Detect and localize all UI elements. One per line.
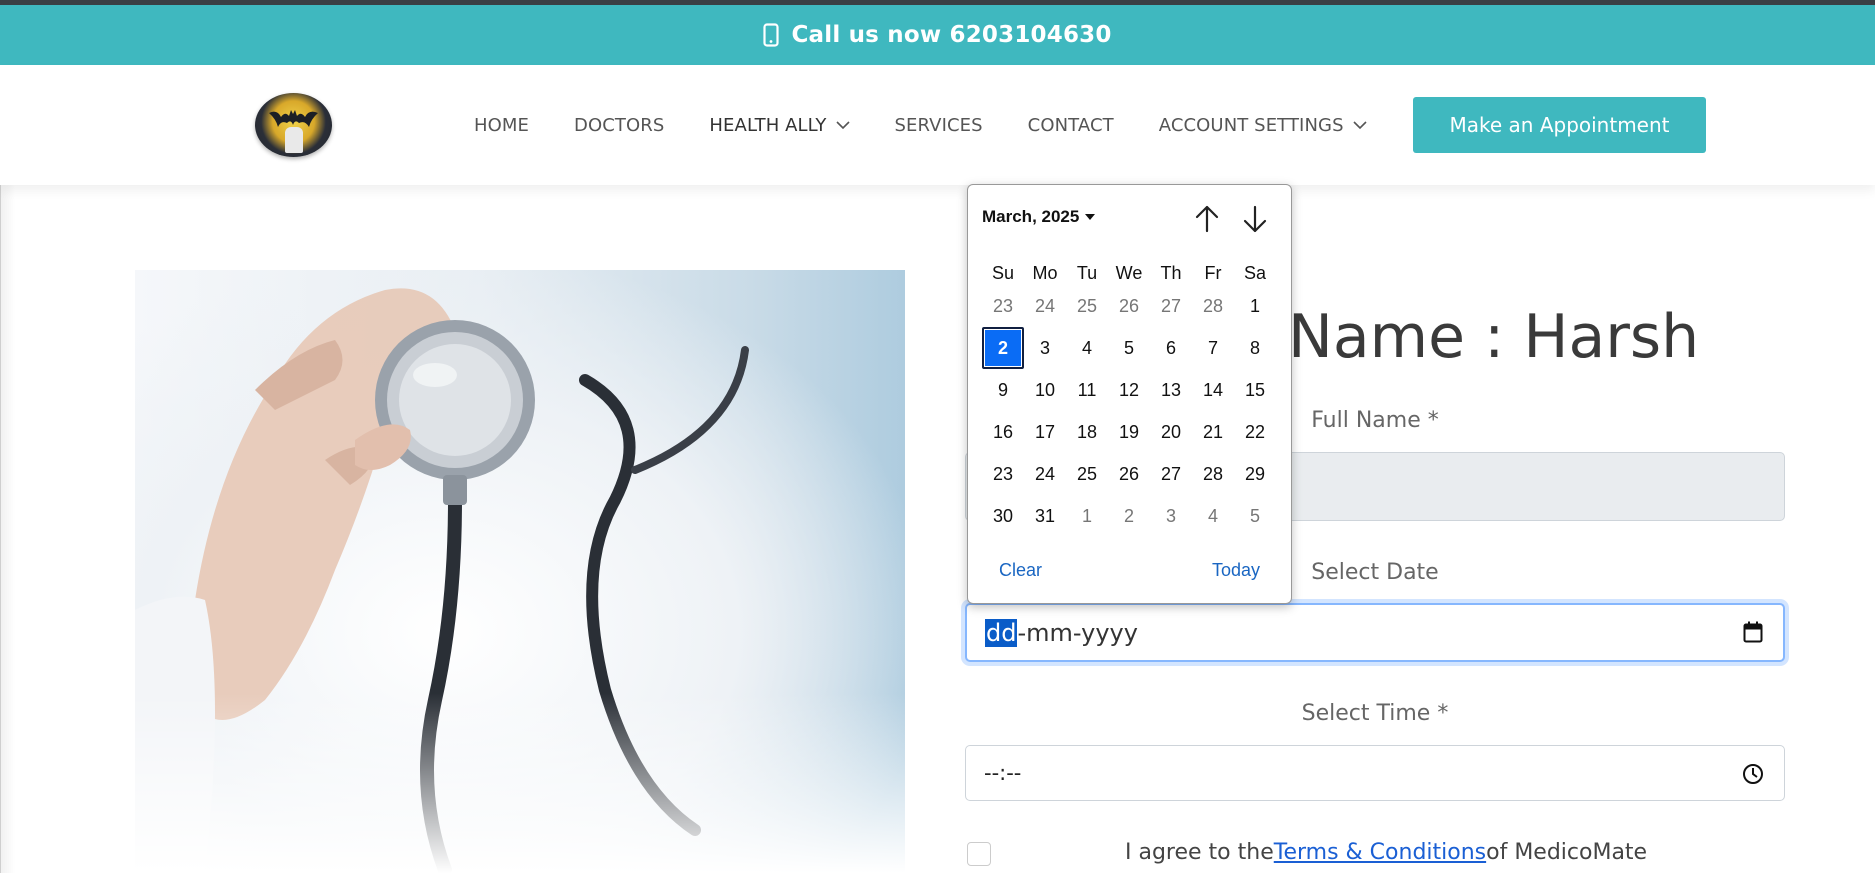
calendar-day[interactable]: 1 xyxy=(1234,285,1276,327)
calendar-day[interactable]: 28 xyxy=(1192,285,1234,327)
calendar-day-grid: 23 24 25 26 27 28 1 2 3 4 5 6 7 8 9 10 11 12 13 14 15 16 17 18 1… xyxy=(982,285,1276,537)
nav-menu: HOME DOCTORS HEALTH ALLY SERVICES CONTAC… xyxy=(474,65,1412,185)
weekday-tu: Tu xyxy=(1076,263,1098,283)
date-rest-segment[interactable]: -mm-yyyy xyxy=(1017,619,1137,647)
terms-checkbox[interactable] xyxy=(967,842,991,866)
weekday-th: Th xyxy=(1160,263,1182,283)
calendar-day[interactable]: 27 xyxy=(1150,453,1192,495)
calendar-day[interactable]: 8 xyxy=(1234,327,1276,369)
time-value: --:-- xyxy=(984,761,1022,785)
weekday-fr: Fr xyxy=(1204,263,1222,283)
calendar-day[interactable]: 5 xyxy=(1234,495,1276,537)
nav-services[interactable]: SERVICES xyxy=(895,115,983,136)
calendar-day[interactable]: 18 xyxy=(1066,411,1108,453)
calendar-day[interactable]: 24 xyxy=(1024,453,1066,495)
calendar-icon[interactable] xyxy=(1743,621,1763,643)
arrow-down-icon[interactable] xyxy=(1240,203,1270,235)
calendar-day-selected[interactable]: 2 xyxy=(982,327,1024,369)
page-left-edge xyxy=(0,185,15,873)
date-input[interactable]: dd -mm-yyyy xyxy=(965,603,1785,662)
terms-suffix: of MedicoMate xyxy=(1486,840,1648,865)
nav-health-ally[interactable]: HEALTH ALLY xyxy=(709,114,850,136)
nav-doctors[interactable]: DOCTORS xyxy=(574,115,664,136)
calendar-day[interactable]: 7 xyxy=(1192,327,1234,369)
calendar-day[interactable]: 5 xyxy=(1108,327,1150,369)
calendar-day[interactable]: 14 xyxy=(1192,369,1234,411)
calendar-day[interactable]: 12 xyxy=(1108,369,1150,411)
clear-date-button[interactable]: Clear xyxy=(999,560,1042,581)
weekday-sa: Sa xyxy=(1243,263,1267,283)
month-year-selector[interactable]: March, 2025 xyxy=(982,207,1096,227)
terms-prefix: I agree to the xyxy=(1125,840,1274,865)
calendar-day[interactable]: 13 xyxy=(1150,369,1192,411)
weekday-header: Su Mo Tu We Th Fr Sa xyxy=(982,263,1276,284)
calendar-day[interactable]: 25 xyxy=(1066,453,1108,495)
terms-text: I agree to theTerms & Conditionsof Medic… xyxy=(1125,840,1647,865)
calendar-day[interactable]: 9 xyxy=(982,369,1024,411)
nav-account-settings-label: ACCOUNT SETTINGS xyxy=(1158,114,1344,136)
calendar-day[interactable]: 20 xyxy=(1150,411,1192,453)
calendar-day[interactable]: 26 xyxy=(1108,285,1150,327)
month-year-label: March, 2025 xyxy=(982,207,1080,226)
doctor-stethoscope-image xyxy=(135,270,905,873)
doctor-figure xyxy=(285,127,303,153)
nav-health-ally-label: HEALTH ALLY xyxy=(709,114,827,136)
nav-contact[interactable]: CONTACT xyxy=(1028,115,1114,136)
weekday-su: Su xyxy=(991,263,1015,283)
calendar-day[interactable]: 10 xyxy=(1024,369,1066,411)
calendar-day[interactable]: 11 xyxy=(1066,369,1108,411)
calendar-day[interactable]: 15 xyxy=(1234,369,1276,411)
call-bar: Call us now 6203104630 xyxy=(0,5,1875,65)
mobile-phone-icon xyxy=(763,23,780,47)
calendar-day[interactable]: 16 xyxy=(982,411,1024,453)
calendar-day[interactable]: 21 xyxy=(1192,411,1234,453)
calendar-day[interactable]: 30 xyxy=(982,495,1024,537)
today-button[interactable]: Today xyxy=(1212,560,1260,581)
calendar-day[interactable]: 2 xyxy=(1108,495,1150,537)
select-time-label: Select Time * xyxy=(1301,701,1449,726)
weekday-we: We xyxy=(1115,263,1143,283)
calendar-day[interactable]: 1 xyxy=(1066,495,1108,537)
clock-icon[interactable] xyxy=(1742,763,1764,785)
calendar-day[interactable]: 4 xyxy=(1192,495,1234,537)
chevron-down-icon xyxy=(835,120,850,129)
nav-account-settings[interactable]: ACCOUNT SETTINGS xyxy=(1159,115,1367,136)
calendar-day[interactable]: 4 xyxy=(1066,327,1108,369)
make-appointment-button[interactable]: Make an Appointment xyxy=(1413,97,1706,153)
calendar-day[interactable]: 26 xyxy=(1108,453,1150,495)
calendar-day[interactable]: 25 xyxy=(1066,285,1108,327)
main-navbar: HOME DOCTORS HEALTH ALLY SERVICES CONTAC… xyxy=(0,65,1875,185)
calendar-day[interactable]: 29 xyxy=(1234,453,1276,495)
calendar-day[interactable]: 23 xyxy=(982,453,1024,495)
calendar-day[interactable]: 3 xyxy=(1150,495,1192,537)
nav-home[interactable]: HOME xyxy=(474,115,529,136)
calendar-day[interactable]: 17 xyxy=(1024,411,1066,453)
date-picker-popup: March, 2025 Su Mo Tu We Th Fr Sa 23 24 25 2… xyxy=(967,184,1292,604)
call-us-text[interactable]: Call us now 6203104630 xyxy=(791,22,1111,48)
terms-link[interactable]: Terms & Conditions xyxy=(1274,840,1486,865)
calendar-day[interactable]: 6 xyxy=(1150,327,1192,369)
chevron-down-icon xyxy=(1353,120,1367,129)
weekday-mo: Mo xyxy=(1032,263,1058,283)
bat-icon xyxy=(269,110,318,127)
calendar-day[interactable]: 19 xyxy=(1108,411,1150,453)
calendar-day[interactable]: 23 xyxy=(982,285,1024,327)
calendar-day[interactable]: 31 xyxy=(1024,495,1066,537)
calendar-day[interactable]: 22 xyxy=(1234,411,1276,453)
calendar-day[interactable]: 24 xyxy=(1024,285,1066,327)
calendar-day[interactable]: 3 xyxy=(1024,327,1066,369)
patient-name-title: Name : Harsh xyxy=(1288,302,1700,372)
calendar-day[interactable]: 27 xyxy=(1150,285,1192,327)
arrow-up-icon[interactable] xyxy=(1192,203,1222,235)
terms-agreement-row: I agree to theTerms & Conditionsof Medic… xyxy=(965,840,1785,870)
caret-down-icon xyxy=(1085,214,1096,220)
image-fade xyxy=(135,693,905,873)
calendar-day[interactable]: 28 xyxy=(1192,453,1234,495)
site-logo[interactable] xyxy=(255,93,332,157)
date-day-segment[interactable]: dd xyxy=(985,618,1018,647)
time-input[interactable]: --:-- xyxy=(965,745,1785,801)
